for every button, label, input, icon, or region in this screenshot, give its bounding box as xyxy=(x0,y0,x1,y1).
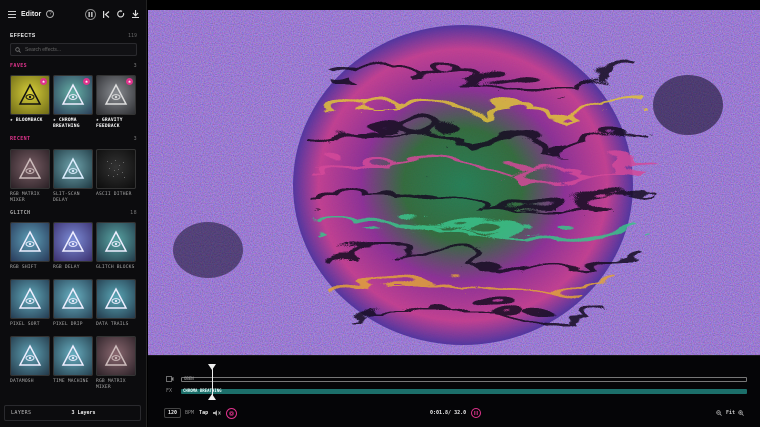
faves-count: 3 xyxy=(133,63,137,69)
effect-thumbnail xyxy=(96,149,136,189)
favorite-star-icon[interactable]: ★ xyxy=(126,78,133,85)
faves-title: FAVES xyxy=(10,63,28,69)
effect-label: GLITCH BLOCKS xyxy=(96,265,135,270)
effect-tile-time-machine[interactable]: TIME MACHINE xyxy=(53,336,93,385)
timeline-panel: FX OBEN CHROMA BREATHING 120 BPM Tap 0:0… xyxy=(148,355,760,427)
effects-count: 119 xyxy=(127,33,137,39)
search-input[interactable] xyxy=(25,46,132,53)
effect-label: ★ GRAVITY FEEDBACK xyxy=(96,118,123,129)
faves-section-header: FAVES 3 xyxy=(10,63,137,69)
zoom-fit-button[interactable]: Fit xyxy=(726,410,735,416)
effect-label: PIXEL DRIP xyxy=(53,322,83,327)
zoom-out-icon[interactable] xyxy=(716,410,722,416)
effect-label: SLIT-SCAN DELAY xyxy=(53,192,80,203)
transport-controls: 120 BPM Tap 0:01.8/ 32.0 Fit xyxy=(164,407,754,419)
effects-title: EFFECTS xyxy=(10,33,36,39)
effect-thumbnail xyxy=(10,336,50,376)
effect-thumbnail xyxy=(53,279,93,319)
layers-label: LAYERS xyxy=(11,410,32,416)
effect-label: ★ BLOOMBACK xyxy=(10,118,43,123)
effect-thumbnail xyxy=(53,336,93,376)
effects-header: EFFECTS 119 xyxy=(10,33,137,39)
effect-tile-datamosh[interactable]: DATAMOSH xyxy=(10,336,50,385)
time-display: 0:01.8/ 32.0 xyxy=(430,410,467,416)
pause-icon[interactable] xyxy=(85,8,96,20)
glitch-count: 18 xyxy=(130,210,137,216)
effect-thumbnail: ★ xyxy=(53,75,93,115)
effect-tile-rgb-delay[interactable]: RGB DELAY xyxy=(53,222,93,271)
effect-tile-glitch-blocks[interactable]: GLITCH BLOCKS xyxy=(96,222,136,271)
effect-tile-chroma-breathing[interactable]: ★ ★ CHROMA BREATHING xyxy=(53,75,93,129)
layers-bar[interactable]: LAYERS 3 Layers xyxy=(4,405,141,421)
effect-tile-gravity-feedback[interactable]: ★ ★ GRAVITY FEEDBACK xyxy=(96,75,136,129)
effect-thumbnail xyxy=(96,222,136,262)
effect-tile-rgb-shift[interactable]: RGB SHIFT xyxy=(10,222,50,271)
effect-thumbnail xyxy=(96,336,136,376)
refresh-icon[interactable] xyxy=(117,10,125,18)
effect-label: PIXEL SORT xyxy=(10,322,40,327)
recent-count: 3 xyxy=(133,136,137,142)
bpm-input[interactable]: 120 xyxy=(164,408,182,418)
layers-count: 3 Layers xyxy=(71,410,96,416)
effect-thumbnail xyxy=(10,279,50,319)
effect-label: TIME MACHINE xyxy=(53,379,89,384)
effect-thumbnail xyxy=(53,149,93,189)
search-box[interactable] xyxy=(10,43,137,56)
favorite-star-icon[interactable]: ★ xyxy=(40,78,47,85)
effect-thumbnail xyxy=(53,222,93,262)
effect-label: DATA TRAILS xyxy=(96,322,129,327)
effect-label: DATAMOSH xyxy=(10,379,34,384)
effect-tile-ascii-dither[interactable]: ASCII DITHER xyxy=(96,149,136,198)
effect-label: ASCII DITHER xyxy=(96,192,132,197)
effect-label: RGB MATRIX MIXER xyxy=(96,379,126,390)
effect-label: ★ CHROMA BREATHING xyxy=(53,118,80,129)
app-title: Editor xyxy=(21,10,42,18)
search-icon xyxy=(15,46,21,53)
recent-section-header: RECENT 3 xyxy=(10,136,137,142)
tap-tempo-button[interactable]: Tap xyxy=(199,410,208,416)
effect-tile-rgb-matrix-mixer-2[interactable]: RGB MATRIX MIXER xyxy=(96,336,136,390)
bpm-label: BPM xyxy=(185,410,195,416)
favorite-star-icon[interactable]: ★ xyxy=(83,78,90,85)
glitch-section-header: GLITCH 18 xyxy=(10,210,137,216)
recent-title: RECENT xyxy=(10,136,31,142)
video-preview-canvas[interactable] xyxy=(148,10,760,355)
fx-clip-label: CHROMA BREATHING xyxy=(183,388,222,393)
effect-thumbnail xyxy=(96,279,136,319)
source-clip-label: OBEN xyxy=(184,376,194,381)
source-clip[interactable]: OBEN xyxy=(181,376,747,382)
effect-thumbnail: ★ xyxy=(96,75,136,115)
menu-icon[interactable] xyxy=(8,10,16,18)
effect-tile-bloomback[interactable]: ★ ★ BLOOMBACK xyxy=(10,75,50,124)
effect-label: RGB MATRIX MIXER xyxy=(10,192,40,203)
preview-frame xyxy=(148,10,760,355)
effect-thumbnail xyxy=(10,222,50,262)
effect-thumbnail xyxy=(10,149,50,189)
playhead-handle-top[interactable] xyxy=(208,364,216,370)
video-icon xyxy=(166,376,174,382)
effect-thumbnail: ★ xyxy=(10,75,50,115)
skip-start-icon[interactable] xyxy=(103,10,110,18)
effect-label: RGB SHIFT xyxy=(10,265,37,270)
pause-button[interactable] xyxy=(471,408,481,418)
effect-label: RGB DELAY xyxy=(53,265,80,270)
speaker-icon[interactable] xyxy=(213,410,221,416)
effect-tile-slit-scan-delay[interactable]: SLIT-SCAN DELAY xyxy=(53,149,93,203)
playhead-handle-bottom[interactable] xyxy=(208,394,216,400)
effect-tile-data-trails[interactable]: DATA TRAILS xyxy=(96,279,136,328)
download-icon[interactable] xyxy=(132,10,139,18)
zoom-in-icon[interactable] xyxy=(738,410,744,416)
effects-sidebar: Editor ? EFFECTS 119 FAVES 3 xyxy=(0,0,147,427)
fx-clip[interactable]: CHROMA BREATHING xyxy=(181,388,747,394)
help-icon[interactable]: ? xyxy=(46,10,55,18)
top-toolbar: Editor ? xyxy=(0,0,147,28)
audio-record-button[interactable] xyxy=(226,407,238,419)
fx-icon: FX xyxy=(166,388,173,394)
effect-tile-rgb-matrix-mixer[interactable]: RGB MATRIX MIXER xyxy=(10,149,50,203)
effect-tile-pixel-sort[interactable]: PIXEL SORT xyxy=(10,279,50,328)
effect-tile-pixel-drip[interactable]: PIXEL DRIP xyxy=(53,279,93,328)
glitch-title: GLITCH xyxy=(10,210,31,216)
